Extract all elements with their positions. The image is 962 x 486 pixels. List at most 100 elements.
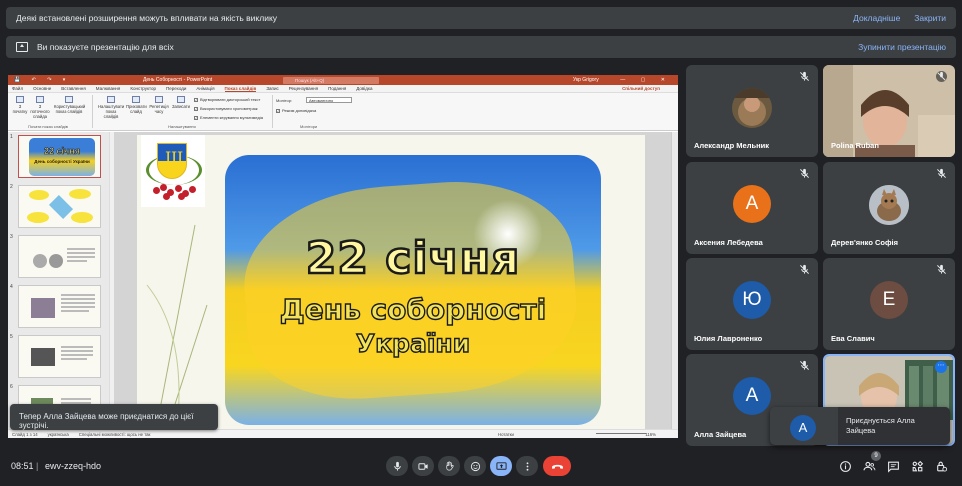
ppt-tab: Довідка bbox=[356, 86, 373, 91]
status-notes: Нотатки bbox=[498, 431, 514, 437]
media-controls-checkbox: ✓ Елементи керування мультимедіа bbox=[194, 115, 263, 120]
avatar: Ю bbox=[733, 281, 771, 319]
ukraine-emblem-image: Ш bbox=[141, 135, 205, 207]
slide-thumbnail-3 bbox=[18, 235, 101, 278]
participant-tile[interactable]: Е Ева Славич bbox=[823, 258, 955, 350]
zoom-slider bbox=[596, 433, 646, 434]
slide-thumbnail-4 bbox=[18, 285, 101, 328]
participant-name: Алла Зайцева bbox=[694, 430, 747, 439]
extensions-warning-text: Деякі встановлені розширення можуть впли… bbox=[16, 13, 278, 23]
meeting-controls-bar: 08:51 | ewv-zzeq-hdo 9 bbox=[0, 450, 962, 486]
present-button[interactable] bbox=[490, 456, 512, 476]
ppt-tab: Вставлення bbox=[61, 86, 86, 91]
participant-tile[interactable]: А Аксения Лебедева bbox=[686, 162, 818, 254]
avatar: Е bbox=[870, 281, 908, 319]
ppt-tab: Анімація bbox=[196, 86, 215, 91]
end-call-button[interactable] bbox=[543, 456, 571, 476]
participant-name: Аксения Лебедева bbox=[694, 238, 763, 247]
participant-tile[interactable]: Polina Ruban bbox=[823, 65, 955, 157]
mic-off-icon bbox=[800, 264, 809, 274]
camera-button[interactable] bbox=[412, 456, 434, 476]
chat-button[interactable] bbox=[884, 457, 902, 475]
ppt-tab: Рецензування bbox=[288, 86, 319, 91]
powerpoint-search-box: Пошук (Alt+Q) bbox=[283, 76, 379, 84]
slide-title-date: 22 січня bbox=[304, 232, 521, 286]
participant-tile[interactable]: Ю Юлия Лавроненко bbox=[686, 258, 818, 350]
powerpoint-window-title: День Соборності - PowerPoint bbox=[143, 77, 213, 83]
stop-presenting-link[interactable]: Зупинити презентацію bbox=[858, 42, 946, 52]
ppt-tab: Запис bbox=[266, 86, 279, 91]
ppt-tab: Конструктор bbox=[130, 86, 157, 91]
powerpoint-user-name: Укр Grigory bbox=[573, 77, 599, 83]
ppt-tab: Малювання bbox=[95, 86, 121, 91]
ppt-tab: Основне bbox=[33, 86, 52, 91]
mic-off-icon bbox=[800, 360, 809, 370]
powerpoint-statusbar: Слайд 1 з 14 українська Спеціальні можли… bbox=[8, 429, 678, 438]
slide-thumbnail-2 bbox=[18, 185, 101, 228]
present-to-all-icon bbox=[16, 42, 28, 52]
ppt-tab: Переходи bbox=[166, 86, 187, 91]
joining-text: Приєднується Алла Зайцева bbox=[846, 416, 915, 435]
emoji-icon bbox=[470, 461, 480, 471]
meeting-code: ewv-zzeq-hdo bbox=[45, 461, 102, 471]
activities-icon bbox=[912, 460, 923, 471]
host-controls-button[interactable] bbox=[932, 457, 950, 475]
mic-off-icon bbox=[937, 168, 946, 178]
ribbon-group-start: Почати показ слайдів bbox=[28, 124, 68, 129]
status-accessibility: Спеціальні можливості: щось не так bbox=[78, 431, 151, 437]
close-banner-link[interactable]: Закрити bbox=[914, 13, 946, 23]
raise-hand-button[interactable] bbox=[438, 456, 460, 476]
thumb-number: 6 bbox=[10, 384, 13, 390]
thumb-number: 4 bbox=[10, 284, 13, 290]
avatar bbox=[869, 185, 909, 225]
participant-tile[interactable]: Дерев'янко Софія bbox=[823, 162, 955, 254]
participant-name: Дерев'янко Софія bbox=[831, 238, 898, 247]
ribbon-group-monitors: Монітори bbox=[300, 124, 318, 129]
presenting-text: Ви показуєте презентацію для всіх bbox=[37, 42, 174, 52]
camera-icon bbox=[417, 462, 428, 470]
details-link[interactable]: Докладніше bbox=[853, 13, 900, 23]
custom-show-button: Користувацький показ слайдів bbox=[54, 96, 85, 114]
participant-tile[interactable]: Александр Мельник bbox=[686, 65, 818, 157]
slide-thumbnail-5 bbox=[18, 335, 101, 378]
thumb-number: 1 bbox=[10, 134, 13, 140]
record-button: Записати bbox=[171, 96, 191, 109]
monitor-label: Монітор: bbox=[276, 98, 293, 103]
chat-icon bbox=[887, 461, 899, 473]
avatar: А bbox=[733, 377, 771, 415]
share-button: Спільний доступ bbox=[622, 86, 660, 91]
current-slide: Ш 22 січня День соборності України bbox=[137, 135, 645, 429]
people-count-badge: 9 bbox=[871, 451, 881, 461]
info-icon bbox=[839, 460, 851, 472]
emoji-button[interactable] bbox=[464, 456, 486, 476]
more-options-icon[interactable]: ⋯ bbox=[935, 361, 947, 373]
more-options-button[interactable] bbox=[516, 456, 538, 476]
slide-title-line2: День соборності bbox=[279, 292, 547, 326]
hide-slide-button: Приховати слайд bbox=[126, 96, 147, 114]
window-controls: — ▢ ✕ bbox=[620, 77, 672, 83]
setup-show-button: Налаштувати показ слайдів bbox=[98, 96, 124, 119]
thumb-number: 2 bbox=[10, 184, 13, 190]
slide-editor: Ш 22 січня День соборності України bbox=[114, 132, 678, 429]
slide-scrollbar bbox=[671, 132, 678, 429]
activities-button[interactable] bbox=[908, 457, 926, 475]
people-button[interactable]: 9 bbox=[860, 451, 881, 475]
ppt-tab: Файл bbox=[12, 86, 24, 91]
participant-name: Polina Ruban bbox=[831, 141, 879, 150]
meeting-details-button[interactable] bbox=[836, 457, 854, 475]
lock-icon bbox=[936, 461, 947, 472]
thumb-number: 3 bbox=[10, 234, 13, 240]
monitor-select: Автоматично bbox=[306, 97, 352, 103]
slide-title-banner: 22 січня День соборності України bbox=[225, 155, 601, 425]
mic-button[interactable] bbox=[386, 456, 408, 476]
status-zoom: 116% bbox=[645, 431, 656, 437]
clock: 08:51 bbox=[11, 461, 34, 471]
mic-icon bbox=[393, 461, 401, 471]
thumb-number: 5 bbox=[10, 334, 13, 340]
powerpoint-ribbon-tabs: Файл Основне Вставлення Малювання Конструкто… bbox=[8, 85, 678, 93]
from-current-button: З поточного слайда bbox=[30, 96, 50, 119]
shared-screen: 💾 ↶ ↷ ▾ День Соборності - PowerPoint Пош… bbox=[8, 75, 678, 438]
ppt-tab: Показ слайдів bbox=[224, 85, 257, 92]
mic-off-icon bbox=[800, 168, 809, 178]
avatar: А bbox=[733, 185, 771, 223]
